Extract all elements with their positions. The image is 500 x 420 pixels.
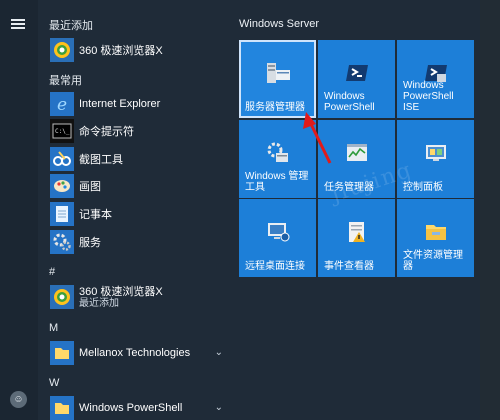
tile-label: Windows 管理工具 <box>245 171 309 193</box>
tile-label: Windows PowerShell ISE <box>403 80 454 113</box>
w-header[interactable]: W <box>49 377 59 389</box>
event-viewer-icon <box>348 222 365 242</box>
app-label: Windows PowerShell <box>79 402 183 414</box>
internet-explorer-icon: e <box>49 92 74 117</box>
tile-label: 控制面板 <box>403 182 443 193</box>
left-rail: ☺ <box>0 0 38 420</box>
notepad-icon <box>49 202 74 227</box>
user-avatar-icon[interactable]: ☺ <box>10 391 27 408</box>
app-item-360-browser[interactable]: 360 极速浏览器X 最近添加 <box>49 284 229 310</box>
chevron-down-icon[interactable]: ⌄ <box>215 402 223 413</box>
paint-icon <box>49 174 74 199</box>
file-explorer-icon <box>425 225 446 240</box>
app-label: Internet Explorer <box>79 98 161 110</box>
svg-text:C:\_: C:\_ <box>55 128 70 135</box>
tile-label: 远程桌面连接 <box>245 261 305 272</box>
app-label: 记事本 <box>79 209 112 221</box>
tile-admin-tools[interactable]: Windows 管理工具 <box>239 120 316 198</box>
hash-header[interactable]: # <box>49 266 55 278</box>
app-label: Mellanox Technologies <box>79 347 191 359</box>
app-label: 360 极速浏览器X <box>79 45 163 57</box>
tile-windows-powershell-ise[interactable]: Windows PowerShell ISE <box>397 40 474 118</box>
control-panel-icon <box>425 145 446 161</box>
tile-event-viewer[interactable]: 事件查看器 <box>318 199 395 277</box>
remote-desktop-icon <box>267 223 289 242</box>
hamburger-menu-icon[interactable] <box>11 19 25 29</box>
recently-added-tag: 最近添加 <box>79 297 119 309</box>
server-manager-icon <box>266 63 290 83</box>
tile-label: 文件资源管理器 <box>403 250 463 272</box>
tile-file-explorer[interactable]: 文件资源管理器 <box>397 199 474 277</box>
admin-tools-icon <box>267 142 288 162</box>
powershell-icon <box>345 65 368 81</box>
folder-icon <box>49 341 74 366</box>
app-label: 画图 <box>79 181 101 193</box>
task-manager-icon <box>346 144 367 161</box>
app-item-mellanox-folder[interactable]: Mellanox Technologies ⌄ <box>49 340 229 366</box>
tile-label: 服务器管理器 <box>245 102 305 113</box>
app-label: 截图工具 <box>79 154 123 166</box>
app-item-snipping-tool[interactable]: 截图工具 <box>49 146 229 172</box>
svg-text:e: e <box>56 95 66 115</box>
app-item-notepad[interactable]: 记事本 <box>49 201 229 227</box>
recent-header: 最近添加 <box>49 20 93 32</box>
app-item-services[interactable]: 服务 <box>49 229 229 255</box>
folder-icon <box>49 396 74 420</box>
tiles-group-title: Windows Server <box>239 18 320 30</box>
app-label: 命令提示符 <box>79 126 134 138</box>
tile-label: Windows PowerShell <box>324 91 375 113</box>
app-label: 服务 <box>79 237 101 249</box>
browser-360-icon <box>49 285 74 310</box>
browser-360-icon <box>49 38 74 63</box>
tile-remote-desktop[interactable]: 远程桌面连接 <box>239 199 316 277</box>
m-header[interactable]: M <box>49 322 58 334</box>
right-edge-strip <box>480 0 500 420</box>
app-label: 360 极速浏览器X <box>79 285 163 298</box>
snipping-tool-icon <box>49 147 74 172</box>
app-item-windows-powershell-folder[interactable]: Windows PowerShell ⌄ <box>49 395 229 420</box>
app-item-command-prompt[interactable]: C:\_ 命令提示符 <box>49 118 229 144</box>
app-item-360-recent[interactable]: 360 极速浏览器X <box>49 37 229 63</box>
tile-windows-powershell[interactable]: Windows PowerShell <box>318 40 395 118</box>
services-gear-icon <box>49 230 74 255</box>
app-list: 最近添加 360 极速浏览器X 最常用 e Internet Explorer … <box>38 0 228 420</box>
frequent-header: 最常用 <box>49 75 82 87</box>
app-item-paint[interactable]: 画图 <box>49 173 229 199</box>
app-item-internet-explorer[interactable]: e Internet Explorer <box>49 91 229 117</box>
command-prompt-icon: C:\_ <box>49 119 74 144</box>
tile-server-manager[interactable]: 服务器管理器 <box>239 40 316 118</box>
chevron-down-icon[interactable]: ⌄ <box>215 347 223 358</box>
tile-label: 事件查看器 <box>324 261 374 272</box>
app-label-block: 360 极速浏览器X 最近添加 <box>79 286 163 309</box>
